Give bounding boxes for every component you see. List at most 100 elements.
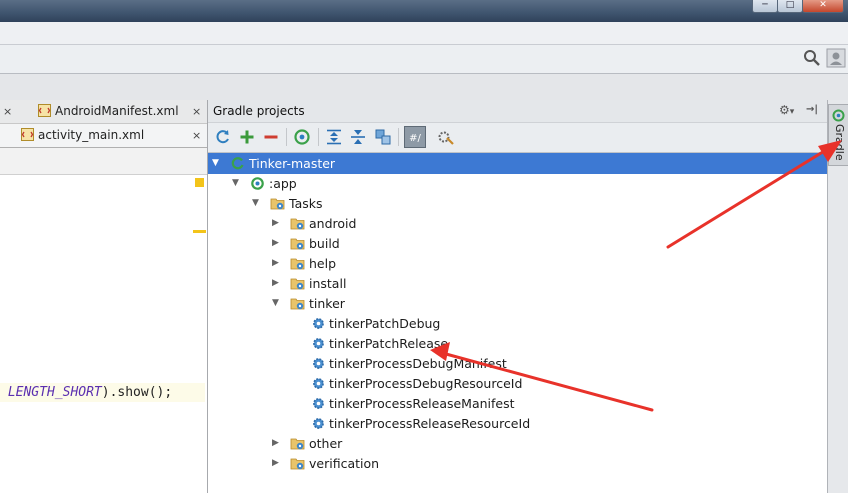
remove-icon[interactable]: [261, 127, 281, 147]
tree-node[interactable]: ▶ other: [208, 433, 827, 454]
expand-arrow-icon[interactable]: ▶: [272, 233, 279, 254]
tree-node[interactable]: ▶ android: [208, 213, 827, 234]
gear-icon: [311, 356, 326, 371]
toggle-offline-icon[interactable]: #/: [404, 126, 426, 148]
close-window-button[interactable]: ✕: [802, 0, 844, 13]
expand-arrow-icon[interactable]: ▶: [272, 433, 279, 454]
navigation-strip: [0, 74, 848, 101]
gear-icon: [311, 376, 326, 391]
svg-text:#/: #/: [409, 133, 421, 144]
tree-node[interactable]: ▼ Tinker-master: [208, 153, 827, 174]
tree-node-label: Tasks: [289, 196, 323, 211]
toolbar-separator: [286, 128, 287, 146]
gear-icon: [311, 336, 326, 351]
collapse-arrow-icon[interactable]: ▼: [232, 173, 239, 194]
tree-node[interactable]: ▼ tinker: [208, 293, 827, 314]
tree-node-label: tinkerProcessReleaseResourceId: [329, 416, 531, 431]
xml-file-icon: [21, 124, 34, 147]
tree-node-label: tinkerProcessReleaseManifest: [329, 396, 515, 411]
window-title-bar: ─ □ ✕: [0, 0, 848, 22]
code-text: ).show();: [101, 385, 173, 400]
main-toolbar: [0, 45, 848, 74]
collapse-arrow-icon[interactable]: ▼: [272, 293, 279, 314]
expand-arrow-icon[interactable]: ▶: [272, 453, 279, 474]
add-icon[interactable]: [237, 127, 257, 147]
module-icon: [250, 176, 265, 191]
folder-gear-icon: [270, 196, 285, 211]
tree-node[interactable]: ▼ :app: [208, 173, 827, 194]
expand-all-icon[interactable]: [324, 127, 344, 147]
tree-node[interactable]: tinkerProcessReleaseManifest: [208, 393, 827, 414]
folder-gear-icon: [290, 256, 305, 271]
tree-node-label: tinkerProcessDebugManifest: [329, 356, 507, 371]
tree-node-label: install: [309, 276, 347, 291]
tree-node-label: tinkerPatchDebug: [329, 316, 441, 331]
tab-android-manifest[interactable]: × AndroidManifest.xml ×: [0, 100, 208, 124]
tree-node-label: :app: [269, 176, 297, 191]
tree-node-label: Tinker-master: [249, 156, 336, 171]
warning-marker[interactable]: [195, 178, 204, 187]
panel-title: Gradle projects: [213, 104, 305, 118]
gradle-settings-icon[interactable]: [436, 127, 456, 147]
refresh-icon[interactable]: [213, 127, 233, 147]
minimize-button[interactable]: ─: [752, 0, 778, 13]
collapse-all-icon[interactable]: [348, 127, 368, 147]
tree-node-label: tinker: [309, 296, 345, 311]
attach-icon[interactable]: [373, 127, 393, 147]
close-tab-icon[interactable]: ×: [192, 100, 201, 123]
gradle-side-label[interactable]: Gradle: [829, 124, 846, 161]
tree-node[interactable]: tinkerProcessDebugManifest: [208, 353, 827, 374]
tree-node[interactable]: ▶ install: [208, 273, 827, 294]
code-constant: LENGTH_SHORT: [7, 385, 102, 400]
tree-node[interactable]: tinkerProcessDebugResourceId: [208, 373, 827, 394]
tree-node-label: help: [309, 256, 337, 271]
collapse-arrow-icon[interactable]: ▼: [252, 193, 259, 214]
hide-panel-icon[interactable]: →|: [806, 104, 818, 115]
execute-task-icon[interactable]: [292, 127, 312, 147]
tree-node[interactable]: ▶ build: [208, 233, 827, 254]
gear-icon: [311, 396, 326, 411]
folder-gear-icon: [290, 456, 305, 471]
gear-icon: [311, 316, 326, 331]
xml-file-icon: [38, 100, 51, 123]
expand-arrow-icon[interactable]: ▶: [272, 253, 279, 274]
folder-gear-icon: [290, 436, 305, 451]
editor-breadcrumb: [0, 148, 208, 175]
tree-node-label: tinkerPatchRelease: [329, 336, 449, 351]
tree-node-label: android: [309, 216, 357, 231]
folder-gear-icon: [290, 276, 305, 291]
warning-stripe[interactable]: [193, 230, 206, 233]
gradle-icon: [832, 109, 845, 122]
folder-gear-icon: [290, 296, 305, 311]
tab-label: AndroidManifest.xml: [55, 104, 179, 118]
user-icon[interactable]: [826, 48, 846, 68]
tree-node[interactable]: tinkerProcessReleaseResourceId: [208, 413, 827, 434]
tree-node[interactable]: tinkerPatchRelease: [208, 333, 827, 354]
tree-node[interactable]: tinkerPatchDebug: [208, 313, 827, 334]
tree-node-label: verification: [309, 456, 380, 471]
settings-gear-icon[interactable]: ⚙▾: [779, 103, 794, 117]
expand-arrow-icon[interactable]: ▶: [272, 213, 279, 234]
close-tab-icon[interactable]: ×: [3, 100, 12, 123]
code-line: LENGTH_SHORT).show();: [0, 383, 205, 402]
gear-icon: [311, 416, 326, 431]
folder-gear-icon: [290, 236, 305, 251]
tree-node-label: build: [309, 236, 340, 251]
tree-node[interactable]: ▼ Tasks: [208, 193, 827, 214]
expand-arrow-icon[interactable]: ▶: [272, 273, 279, 294]
tab-label: activity_main.xml: [38, 128, 145, 142]
toolbar-separator: [398, 128, 399, 146]
menu-bar: [0, 22, 848, 45]
tab-activity-main[interactable]: activity_main.xml ×: [0, 124, 208, 148]
toolbar-separator: [318, 128, 319, 146]
code-editor[interactable]: [0, 175, 208, 493]
collapse-arrow-icon[interactable]: ▼: [212, 153, 219, 174]
search-icon[interactable]: [803, 49, 821, 67]
tree-node[interactable]: ▶ help: [208, 253, 827, 274]
tree-node[interactable]: ▶ verification: [208, 453, 827, 474]
folder-gear-icon: [290, 216, 305, 231]
gradle-project-icon: [230, 156, 245, 171]
maximize-button[interactable]: □: [777, 0, 803, 13]
tree-node-label: other: [309, 436, 343, 451]
close-tab-icon[interactable]: ×: [192, 124, 201, 147]
